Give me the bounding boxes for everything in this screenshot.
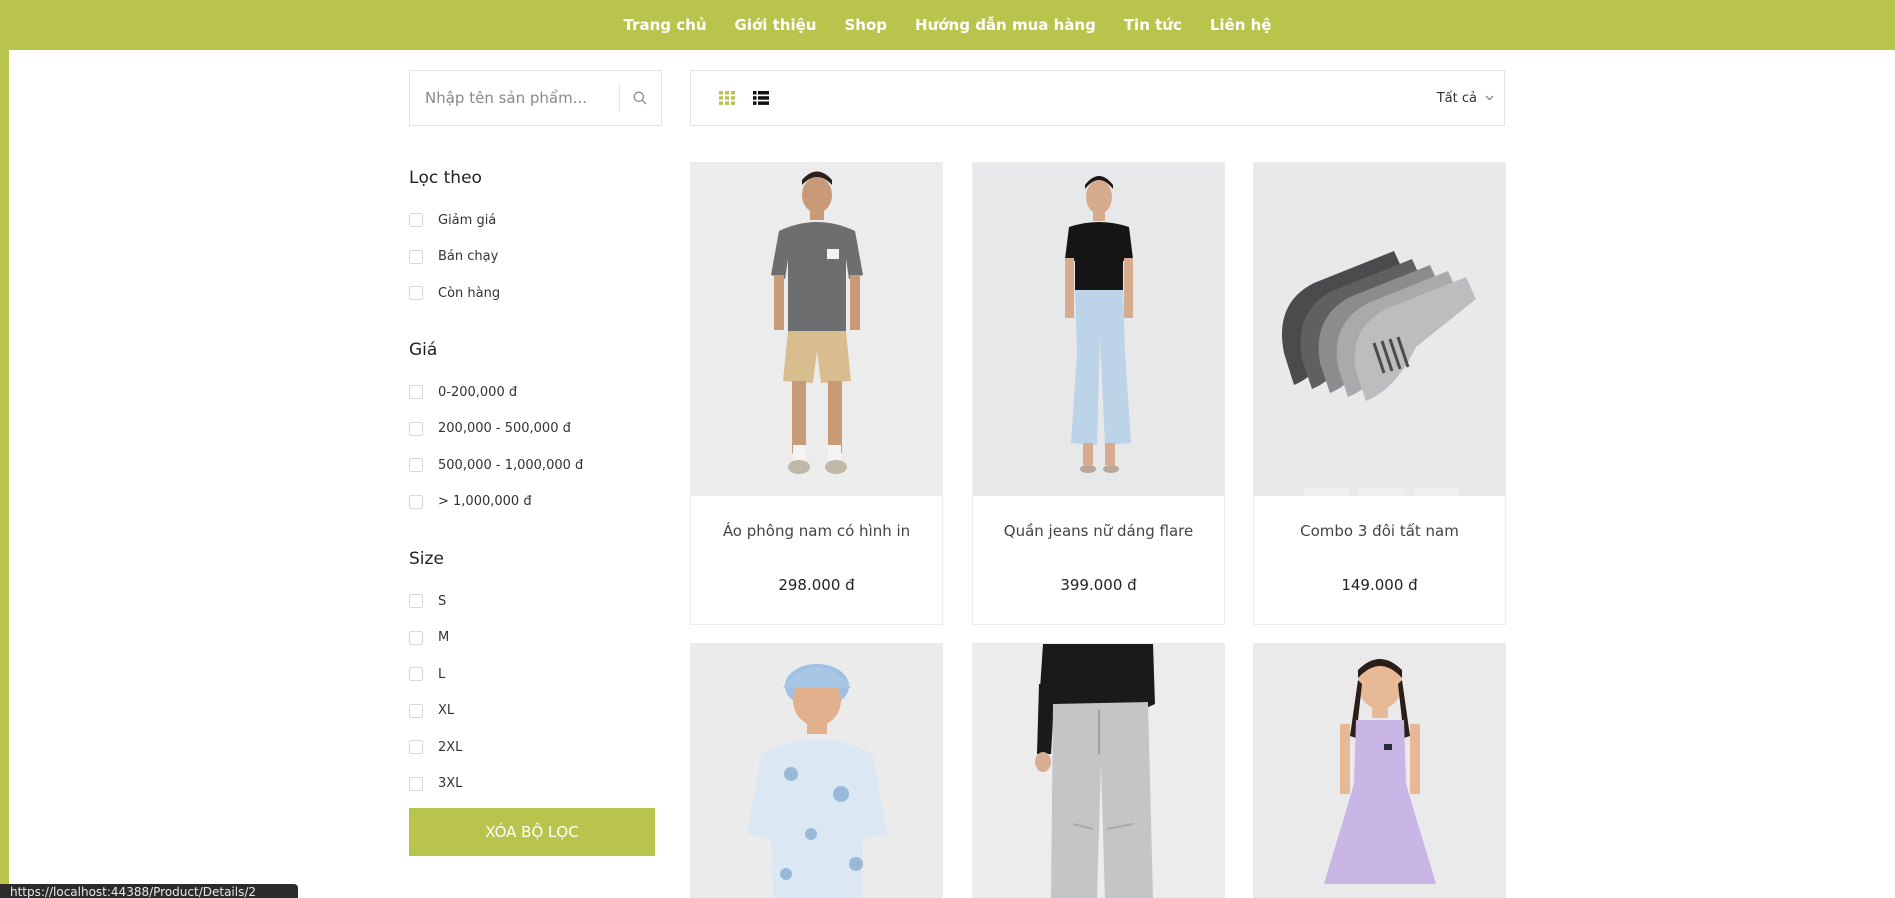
checkbox[interactable] [409,286,423,301]
product-card[interactable]: Combo 3 đôi tất nam 149.000 đ [1253,162,1506,625]
top-navigation: Trang chủ Giới thiệu Shop Hướng dẫn mua … [0,0,1895,50]
product-name[interactable]: Áo phông nam có hình in [691,522,942,540]
nav-item-contact[interactable]: Liên hệ [1210,16,1272,34]
checkbox[interactable] [409,494,423,509]
checkbox[interactable] [409,667,423,682]
product-toolbar: Tất cả [690,70,1505,126]
filter-label: 200,000 - 500,000 đ [438,421,571,437]
product-card[interactable]: Quần jeans nữ dáng flare 399.000 đ [972,162,1225,625]
filter-label: 3XL [438,776,463,792]
filter-option-discount[interactable]: Giảm giá [409,202,500,239]
product-image[interactable] [691,163,942,496]
product-card[interactable] [690,643,943,898]
filter-option-price-4[interactable]: > 1,000,000 đ [409,484,583,521]
product-image[interactable] [973,644,1224,898]
checkbox[interactable] [409,385,423,400]
checkbox[interactable] [409,630,423,645]
product-photo-socks [1254,163,1505,496]
status-bar-url: https://localhost:44388/Product/Details/… [0,884,298,898]
product-photo-tshirt [691,163,942,496]
filter-label: S [438,593,447,609]
chevron-down-icon [1485,95,1494,101]
filter-option-size-l[interactable]: L [409,656,462,693]
checkbox[interactable] [409,213,423,228]
product-image[interactable] [1254,644,1505,898]
filter-option-price-2[interactable]: 200,000 - 500,000 đ [409,411,583,448]
nav-item-about[interactable]: Giới thiệu [735,16,817,34]
checkbox[interactable] [409,458,423,473]
checkbox[interactable] [409,421,423,436]
product-card[interactable] [972,643,1225,898]
search-box [409,70,662,126]
nav-item-guide[interactable]: Hướng dẫn mua hàng [915,16,1096,34]
grid-view-button[interactable] [719,89,737,107]
nav-item-shop[interactable]: Shop [844,16,887,34]
checkbox[interactable] [409,249,423,264]
filter-label: Còn hàng [438,285,501,301]
product-price: 399.000 đ [1060,576,1137,594]
grid-view-icon [719,91,735,105]
product-photo-kid-shirt [691,644,942,898]
search-icon [633,91,647,105]
filter-label: M [438,630,450,646]
filter-title-price: Giá [409,340,438,360]
filter-label: 0-200,000 đ [438,384,518,400]
filter-label: Giảm giá [438,212,497,228]
list-view-icon [753,91,769,105]
filter-label: 2XL [438,739,463,755]
product-image[interactable] [973,163,1224,496]
product-photo-kid-dress [1254,644,1505,898]
filter-option-price-1[interactable]: 0-200,000 đ [409,374,583,411]
filter-label: L [438,666,446,682]
search-input[interactable] [410,71,619,125]
product-card[interactable] [1253,643,1506,898]
product-price: 149.000 đ [1341,576,1418,594]
checkbox[interactable] [409,740,423,755]
filter-option-size-s[interactable]: S [409,583,462,620]
checkbox[interactable] [409,594,423,609]
filter-option-size-m[interactable]: M [409,620,462,657]
filter-option-in-stock[interactable]: Còn hàng [409,275,500,312]
filter-title-sort-by: Lọc theo [409,168,482,188]
filter-label: > 1,000,000 đ [438,494,532,510]
checkbox[interactable] [409,703,423,718]
sort-select[interactable]: Tất cả [1437,91,1494,106]
product-image[interactable] [691,644,942,898]
filter-title-size: Size [409,549,444,569]
clear-filters-button[interactable]: XÓA BỘ LỌC [409,808,655,856]
filter-option-price-3[interactable]: 500,000 - 1,000,000 đ [409,447,583,484]
left-edge-bar [0,0,9,898]
nav-item-home[interactable]: Trang chủ [624,16,707,34]
filter-option-size-3xl[interactable]: 3XL [409,766,462,803]
filter-label: Bán chạy [438,249,499,265]
product-photo-joggers [973,644,1224,898]
product-price: 298.000 đ [778,576,855,594]
filter-label: XL [438,703,455,719]
filter-option-size-2xl[interactable]: 2XL [409,729,462,766]
product-name[interactable]: Combo 3 đôi tất nam [1254,522,1505,540]
filter-group-price: Giá 0-200,000 đ 200,000 - 500,000 đ 500,… [409,340,583,520]
filter-option-bestseller[interactable]: Bán chạy [409,239,500,276]
product-name[interactable]: Quần jeans nữ dáng flare [973,522,1224,540]
sort-label: Tất cả [1436,90,1477,106]
filter-group-size: Size S M L XL 2XL 3XL [409,549,462,802]
filter-group-sort-by: Lọc theo Giảm giá Bán chạy Còn hàng [409,168,500,312]
filter-option-size-xl[interactable]: XL [409,693,462,730]
search-button[interactable] [620,71,661,125]
product-image[interactable] [1254,163,1505,496]
product-photo-jeans [973,163,1224,496]
checkbox[interactable] [409,776,423,791]
filter-label: 500,000 - 1,000,000 đ [438,457,584,473]
list-view-button[interactable] [753,89,771,107]
nav-item-news[interactable]: Tin tức [1124,16,1182,34]
product-card[interactable]: Áo phông nam có hình in 298.000 đ [690,162,943,625]
